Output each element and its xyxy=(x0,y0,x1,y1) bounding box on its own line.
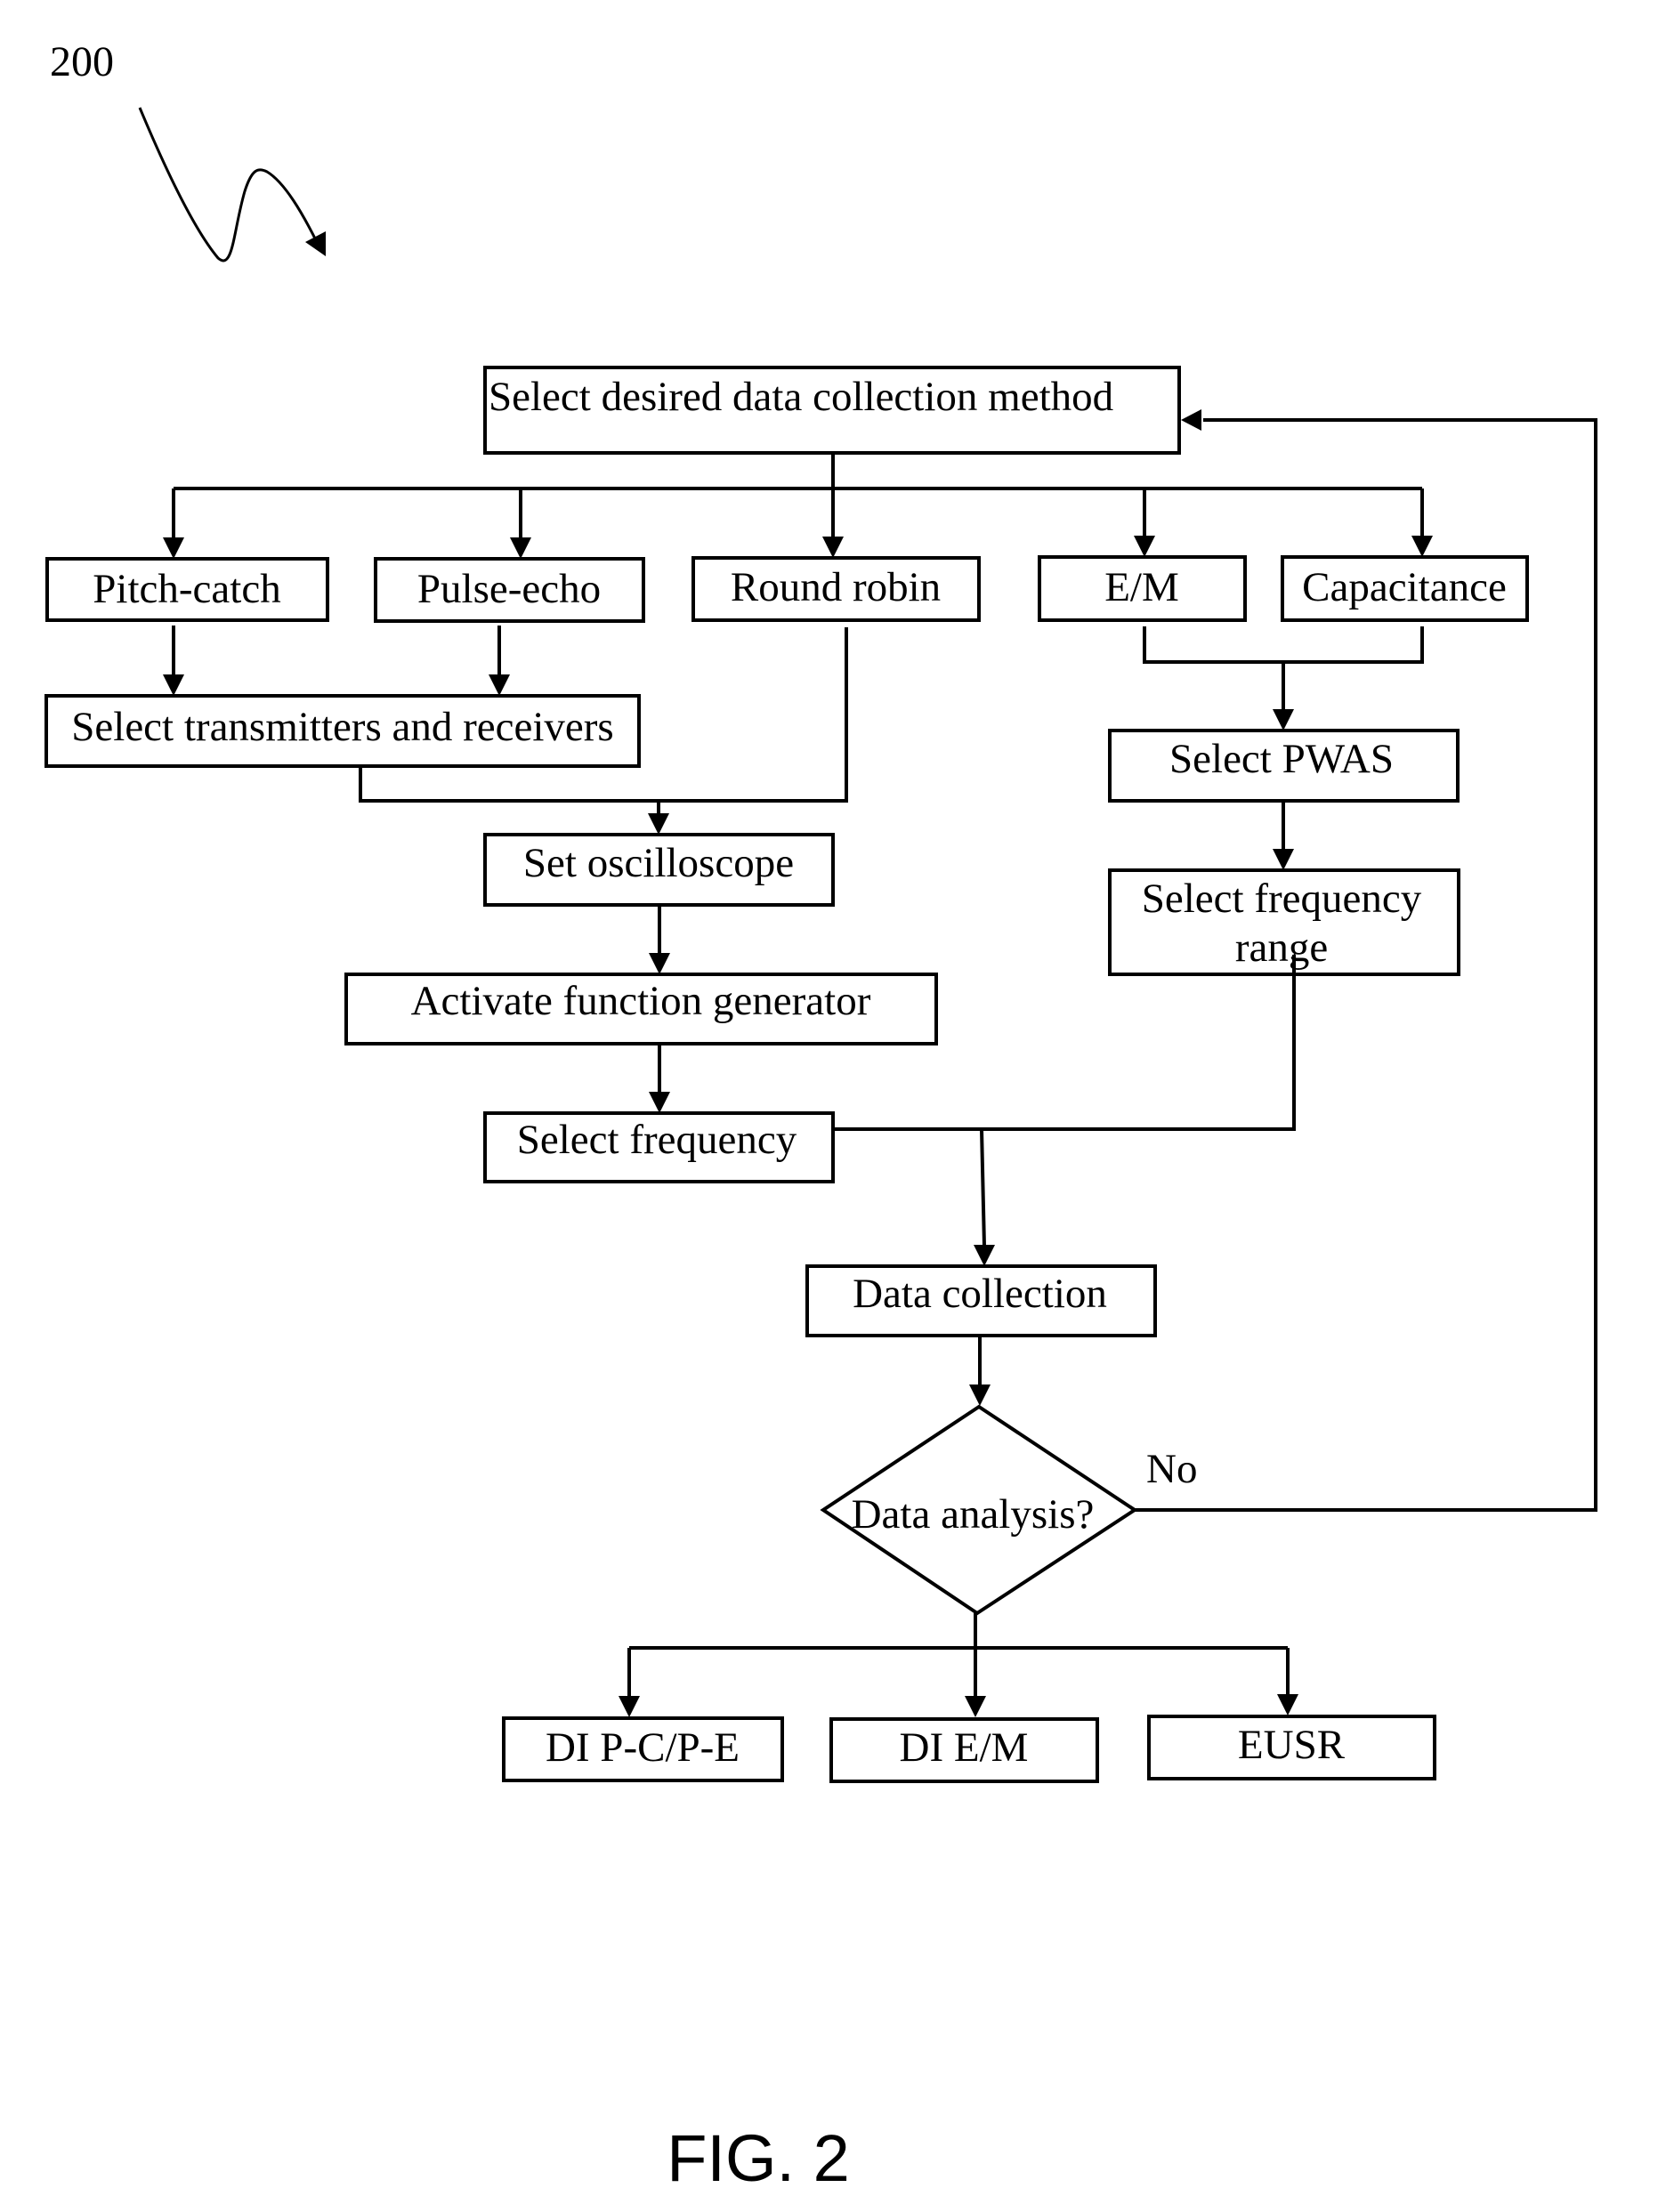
method-round-robin-label: Round robin xyxy=(731,564,941,610)
oscilloscope-arrowhead xyxy=(648,813,669,835)
decision-label: Data analysis? xyxy=(852,1491,1095,1538)
data-collection-arrowhead xyxy=(974,1245,995,1266)
select-pwas-label: Select PWAS xyxy=(1169,736,1394,782)
decision-arrowhead xyxy=(969,1385,991,1406)
em-capacitance-merge xyxy=(1143,626,1424,664)
figure-caption: FIG. 2 xyxy=(667,2121,850,2195)
flowchart-figure: 200 Select desired data collection metho… xyxy=(44,38,1597,2195)
outcome-arrows xyxy=(619,1648,1298,1717)
data-collection-label: Data collection xyxy=(853,1271,1107,1317)
select-frequency-range-label-line2: range xyxy=(1235,924,1328,971)
transducer-arrows xyxy=(163,626,510,696)
frequency-range-arrowhead xyxy=(1273,849,1294,870)
select-frequency-range-label-line1: Select frequency xyxy=(1142,876,1422,922)
generator-arrowhead xyxy=(649,953,670,974)
activate-generator-label: Activate function generator xyxy=(411,978,871,1024)
outcome-di-em-label: DI E/M xyxy=(900,1724,1029,1771)
reference-numeral: 200 xyxy=(50,38,114,85)
decision-no-label: No xyxy=(1146,1446,1197,1492)
method-arrows xyxy=(163,488,1433,559)
reference-leader-arrowhead xyxy=(305,231,326,256)
method-pitch-catch-label: Pitch-catch xyxy=(93,566,280,612)
frequency-arrowhead xyxy=(649,1092,670,1113)
start-box-label: Select desired data collection method xyxy=(489,374,1113,420)
data-collection-arrow-stem xyxy=(980,1128,986,1247)
outcome-eusr-label: EUSR xyxy=(1238,1722,1346,1768)
feedback-loop-arrowhead xyxy=(1181,409,1201,431)
select-transducers-label: Select transmitters and receivers xyxy=(71,704,613,750)
pwas-arrowhead xyxy=(1273,709,1294,731)
outcome-di-pc-pe-label: DI P-C/P-E xyxy=(546,1724,740,1771)
method-capacitance-label: Capacitance xyxy=(1302,564,1507,610)
set-oscilloscope-label: Set oscilloscope xyxy=(523,840,794,886)
select-frequency-label: Select frequency xyxy=(517,1117,797,1163)
reference-leader-line xyxy=(138,107,319,262)
method-pulse-echo-label: Pulse-echo xyxy=(417,566,601,612)
method-em-label: E/M xyxy=(1104,564,1179,610)
